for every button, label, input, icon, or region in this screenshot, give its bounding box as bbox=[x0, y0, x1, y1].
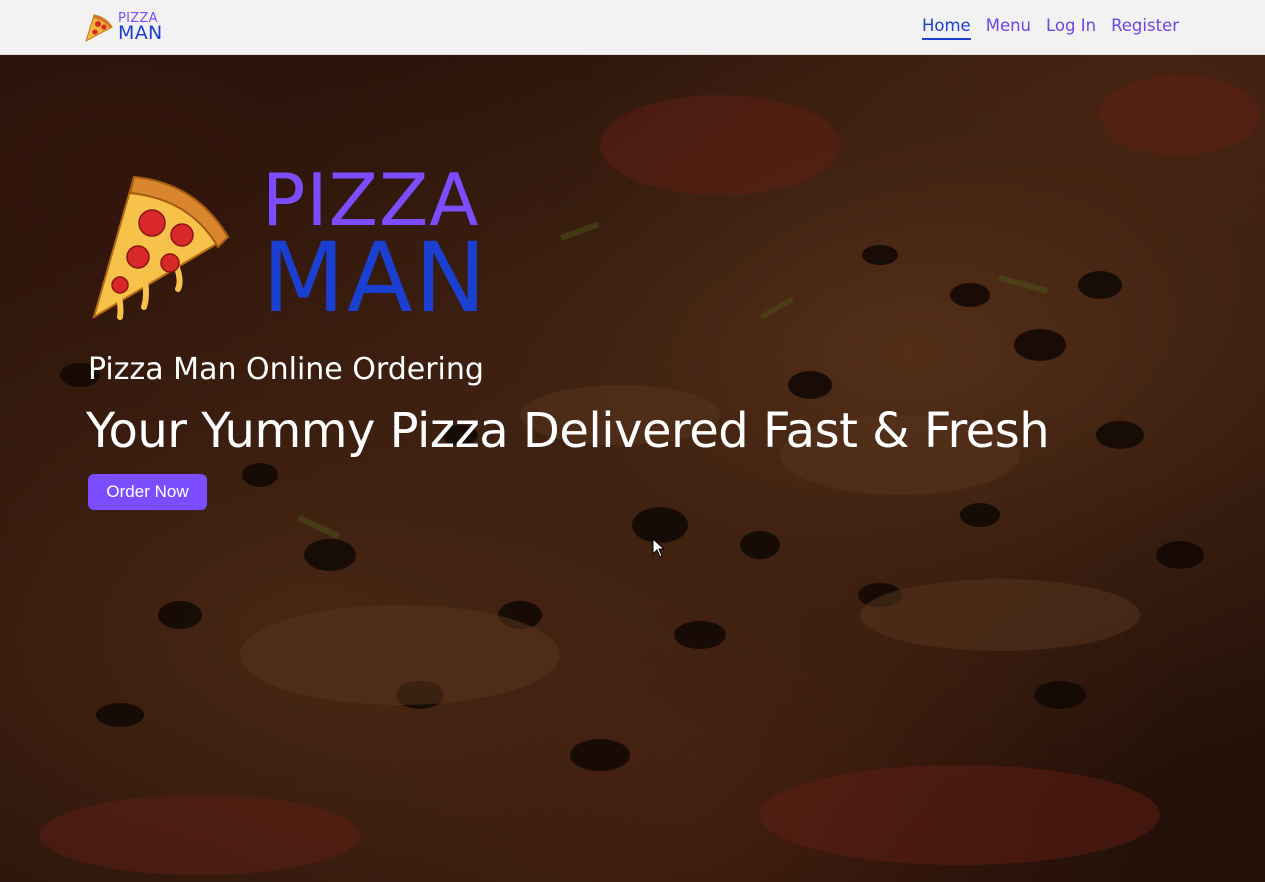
mouse-cursor-icon bbox=[652, 538, 666, 558]
nav-links: Home Menu Log In Register bbox=[921, 16, 1179, 40]
nav-link-login[interactable]: Log In bbox=[1046, 16, 1096, 40]
navbar: PIZZA MAN Home Menu Log In Register bbox=[0, 0, 1265, 55]
pizza-slice-icon bbox=[85, 14, 113, 43]
hero-subtitle: Pizza Man Online Ordering bbox=[88, 352, 484, 387]
hero-headline: Your Yummy Pizza Delivered Fast & Fresh bbox=[86, 403, 1050, 459]
hero-logo-line2: MAN bbox=[262, 222, 489, 334]
hero-section: PIZZA MAN Pizza Man Online Ordering Your… bbox=[0, 55, 1265, 882]
hero-logo: PIZZA MAN bbox=[86, 160, 486, 328]
nav-link-home[interactable]: Home bbox=[921, 16, 971, 40]
pizza-slice-icon bbox=[92, 175, 230, 320]
nav-link-menu[interactable]: Menu bbox=[986, 16, 1031, 40]
order-now-button[interactable]: Order Now bbox=[88, 474, 207, 510]
brand-logo-link[interactable]: PIZZA MAN bbox=[84, 10, 164, 44]
nav-link-register[interactable]: Register bbox=[1111, 16, 1179, 40]
brand-line2: MAN bbox=[118, 22, 163, 44]
